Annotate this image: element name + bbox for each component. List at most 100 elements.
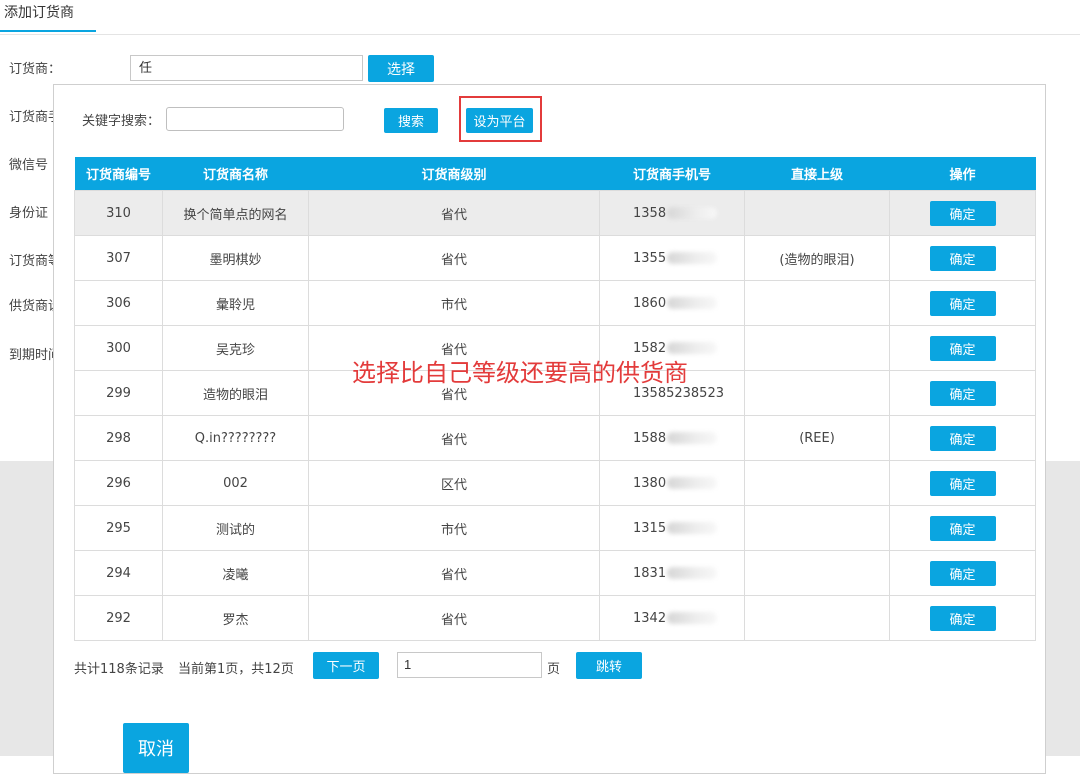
cell-name: 凌曦 xyxy=(162,550,309,596)
confirm-button[interactable]: 确定 xyxy=(929,380,996,406)
confirm-button[interactable]: 确定 xyxy=(929,560,996,586)
column-header-name: 订货商名称 xyxy=(162,157,309,191)
cell-id: 307 xyxy=(74,235,163,281)
cancel-button[interactable]: 取消 xyxy=(123,723,189,773)
cell-level: 省代 xyxy=(308,190,600,236)
confirm-button[interactable]: 确定 xyxy=(929,470,996,496)
cell-phone: 1358 xyxy=(599,190,745,236)
cell-action: 确定 xyxy=(889,325,1036,371)
redacted-phone-mask xyxy=(667,207,718,219)
distributor-input[interactable]: 任 xyxy=(130,55,363,81)
cell-parent xyxy=(744,370,890,416)
cell-level: 省代 xyxy=(308,595,600,641)
column-header-level: 订货商级别 xyxy=(308,157,600,191)
tab-add-distributor[interactable]: 添加订货商 xyxy=(0,0,96,32)
column-header-parent: 直接上级 xyxy=(744,157,890,191)
cell-parent xyxy=(744,460,890,506)
phone-text: 1588 xyxy=(633,430,667,446)
confirm-button[interactable]: 确定 xyxy=(929,425,996,451)
column-header-id: 订货商编号 xyxy=(74,157,163,191)
cell-parent: (造物的眼泪) xyxy=(744,235,890,281)
cell-name: 彙聆児 xyxy=(162,280,309,326)
redacted-phone-mask xyxy=(667,297,718,309)
distributor-table: 订货商编号 订货商名称 订货商级别 订货商手机号 直接上级 操作 310 换个简… xyxy=(74,157,1036,641)
table-row[interactable]: 295 测试的 市代 1315 确定 xyxy=(74,505,1036,551)
cell-phone: 1342 xyxy=(599,595,745,641)
confirm-button[interactable]: 确定 xyxy=(929,335,996,361)
cell-parent xyxy=(744,280,890,326)
table-row[interactable]: 298 Q.in???????? 省代 1588 (REE) 确定 xyxy=(74,415,1036,461)
cell-id: 299 xyxy=(74,370,163,416)
cell-parent xyxy=(744,595,890,641)
confirm-button[interactable]: 确定 xyxy=(929,200,996,226)
cell-id: 310 xyxy=(74,190,163,236)
select-distributor-button[interactable]: 选择 xyxy=(368,55,434,82)
confirm-button[interactable]: 确定 xyxy=(929,605,996,631)
cell-action: 确定 xyxy=(889,280,1036,326)
cell-parent xyxy=(744,190,890,236)
select-distributor-dialog: 关键字搜索： 搜索 设为平台 订货商编号 订货商名称 订货商级别 订货商手机号 … xyxy=(53,84,1046,774)
form-label-distributor: 订货商： xyxy=(9,62,62,77)
cell-parent: (REE) xyxy=(744,415,890,461)
page-unit-label: 页 xyxy=(547,662,561,677)
pager-current: 当前第1页，共12页 xyxy=(178,662,294,677)
cell-phone: 1860 xyxy=(599,280,745,326)
column-header-phone: 订货商手机号 xyxy=(599,157,745,191)
keyword-search-label: 关键字搜索： xyxy=(82,114,161,129)
cell-name: 测试的 xyxy=(162,505,309,551)
cell-level: 省代 xyxy=(308,550,600,596)
confirm-button[interactable]: 确定 xyxy=(929,290,996,316)
confirm-button[interactable]: 确定 xyxy=(929,245,996,271)
cell-name: Q.in???????? xyxy=(162,415,309,461)
set-platform-button[interactable]: 设为平台 xyxy=(466,108,533,133)
jump-button[interactable]: 跳转 xyxy=(576,652,642,679)
cell-action: 确定 xyxy=(889,415,1036,461)
redacted-phone-mask xyxy=(667,612,718,624)
cell-name: 罗杰 xyxy=(162,595,309,641)
table-row[interactable]: 310 换个简单点的网名 省代 1358 确定 xyxy=(74,190,1036,236)
table-row[interactable]: 292 罗杰 省代 1342 确定 xyxy=(74,595,1036,641)
cell-parent xyxy=(744,325,890,371)
cell-id: 296 xyxy=(74,460,163,506)
phone-text: 1315 xyxy=(633,520,667,536)
phone-text: 1342 xyxy=(633,610,667,626)
cell-level: 区代 xyxy=(308,460,600,506)
table-row[interactable]: 294 凌曦 省代 1831 确定 xyxy=(74,550,1036,596)
cell-level: 市代 xyxy=(308,280,600,326)
keyword-search-input[interactable] xyxy=(166,107,344,131)
search-button[interactable]: 搜索 xyxy=(384,108,438,133)
cell-level: 市代 xyxy=(308,505,600,551)
form-label-level: 订货商等级 xyxy=(9,254,53,269)
cell-action: 确定 xyxy=(889,190,1036,236)
cell-action: 确定 xyxy=(889,370,1036,416)
phone-text: 1380 xyxy=(633,475,667,491)
cell-phone: 1355 xyxy=(599,235,745,281)
cell-id: 306 xyxy=(74,280,163,326)
cell-phone: 1831 xyxy=(599,550,745,596)
next-page-button[interactable]: 下一页 xyxy=(313,652,379,679)
cell-parent xyxy=(744,550,890,596)
pager-total: 共计118条记录 xyxy=(74,662,164,677)
cell-action: 确定 xyxy=(889,460,1036,506)
confirm-button[interactable]: 确定 xyxy=(929,515,996,541)
tab-bar: 添加订货商 xyxy=(0,0,1080,35)
table-header: 订货商编号 订货商名称 订货商级别 订货商手机号 直接上级 操作 xyxy=(74,157,1036,191)
redacted-phone-mask xyxy=(667,567,718,579)
page-number-input[interactable]: 1 xyxy=(397,652,542,678)
cell-id: 292 xyxy=(74,595,163,641)
redacted-phone-mask xyxy=(667,432,718,444)
cell-action: 确定 xyxy=(889,550,1036,596)
cell-id: 295 xyxy=(74,505,163,551)
cell-name: 换个简单点的网名 xyxy=(162,190,309,236)
cell-action: 确定 xyxy=(889,235,1036,281)
cell-name: 墨明棋妙 xyxy=(162,235,309,281)
table-row[interactable]: 296 002 区代 1380 确定 xyxy=(74,460,1036,506)
table-row[interactable]: 306 彙聆児 市代 1860 确定 xyxy=(74,280,1036,326)
column-header-action: 操作 xyxy=(889,157,1036,191)
cell-name: 造物的眼泪 xyxy=(162,370,309,416)
redacted-phone-mask xyxy=(667,522,718,534)
cell-name: 吴克珍 xyxy=(162,325,309,371)
form-label-phone: 订货商手机号 xyxy=(9,110,53,125)
phone-text: 1860 xyxy=(633,295,667,311)
table-row[interactable]: 307 墨明棋妙 省代 1355 (造物的眼泪) 确定 xyxy=(74,235,1036,281)
